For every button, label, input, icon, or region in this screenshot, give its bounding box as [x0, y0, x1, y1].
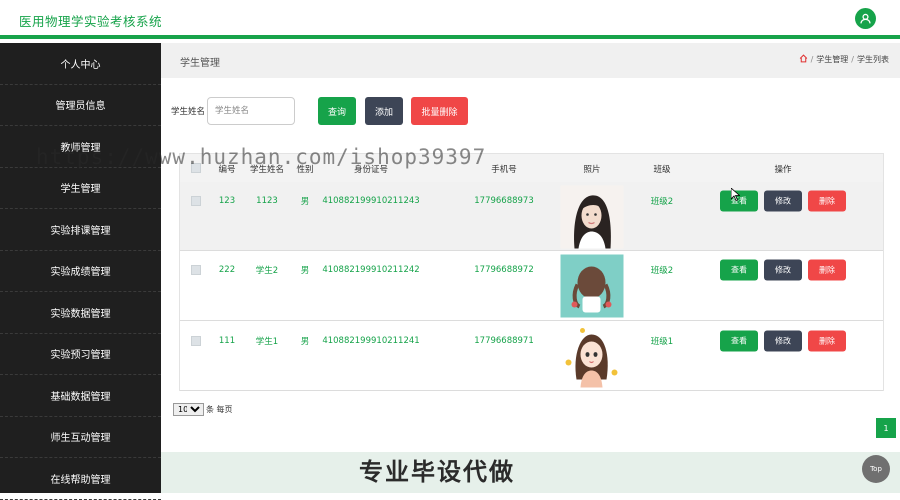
sidebar-item-label: 师生互动管理: [50, 433, 111, 445]
cell-id: 123: [218, 196, 236, 206]
mouse-cursor-icon: [730, 186, 741, 205]
row-checkbox[interactable]: [191, 265, 201, 275]
back-to-top-button[interactable]: Top: [862, 455, 890, 483]
footer-band: [161, 452, 900, 493]
cell-gender: 男: [300, 266, 310, 276]
sidebar-item-preview[interactable]: 实验预习管理: [0, 334, 161, 375]
edit-button[interactable]: 修改: [764, 259, 802, 281]
breadcrumb-student-list: 学生列表: [857, 55, 889, 64]
sidebar: 个人中心 管理员信息 教师管理 学生管理 实验排课管理 实验成绩管理 实验数据管…: [0, 43, 161, 500]
cell-name: 学生1: [255, 337, 279, 347]
cell-id: 111: [218, 336, 236, 346]
delete-button[interactable]: 删除: [808, 190, 846, 212]
home-icon[interactable]: [799, 54, 808, 65]
sidebar-item-help[interactable]: 在线帮助管理: [0, 458, 161, 500]
cell-name: 学生2: [255, 266, 279, 276]
table-row: 111 学生1 男 410882199910211241 17796688971…: [180, 321, 883, 391]
table-row: 222 学生2 男 410882199910211242 17796688972…: [180, 251, 883, 321]
cell-id: 222: [218, 265, 236, 275]
cell-class: 班级2: [650, 266, 674, 276]
search-bar: 学生姓名: [171, 97, 296, 125]
cell-phone: 17796688973: [474, 196, 534, 206]
top-header: 医用物理学实验考核系统: [0, 0, 900, 39]
cell-name: 1123: [256, 196, 278, 206]
breadcrumb: / 学生管理 / 学生列表: [799, 54, 889, 65]
delete-button[interactable]: 删除: [808, 330, 846, 352]
sidebar-item-label: 在线帮助管理: [50, 474, 111, 486]
sidebar-item-profile[interactable]: 个人中心: [0, 43, 161, 85]
edit-button[interactable]: 修改: [764, 330, 802, 352]
cell-id-card: 410882199910211241: [322, 336, 420, 346]
student-table: 编号 学生姓名 性别 身份证号 手机号 照片 班级 操作 123 1123 男 …: [179, 153, 884, 391]
search-label: 学生姓名: [171, 107, 206, 117]
sidebar-item-grades[interactable]: 实验成绩管理: [0, 251, 161, 292]
page-size-select[interactable]: 10: [173, 403, 204, 416]
breadcrumb-separator: /: [851, 55, 854, 64]
app-title: 医用物理学实验考核系统: [19, 14, 163, 29]
student-name-input[interactable]: [207, 97, 296, 125]
user-icon[interactable]: [855, 8, 876, 29]
main-content: 学生管理 / 学生管理 / 学生列表 学生姓名 查询 添加 批量删除 编号 学生…: [161, 43, 900, 493]
promo-banner: 专业毕设代做: [359, 458, 515, 486]
student-photo: [560, 185, 624, 249]
sidebar-item-label: 实验排课管理: [50, 225, 111, 237]
table-row: 123 1123 男 410882199910211243 1779668897…: [180, 182, 883, 251]
cell-phone: 17796688971: [474, 336, 534, 346]
column-header: 手机号: [491, 165, 517, 175]
row-checkbox[interactable]: [191, 196, 201, 206]
page-title: 学生管理: [180, 58, 220, 69]
column-header: 操作: [774, 165, 792, 175]
sidebar-item-label: 实验数据管理: [50, 308, 111, 320]
sidebar-item-scheduling[interactable]: 实验排课管理: [0, 209, 161, 251]
cell-phone: 17796688972: [474, 265, 534, 275]
batch-delete-button[interactable]: 批量删除: [411, 97, 468, 125]
page-header: 学生管理 / 学生管理 / 学生列表: [161, 43, 900, 78]
breadcrumb-student-management[interactable]: 学生管理: [816, 54, 848, 65]
sidebar-item-label: 基础数据管理: [50, 391, 111, 403]
sidebar-item-data[interactable]: 实验数据管理: [0, 292, 161, 334]
cell-gender: 男: [300, 337, 310, 347]
sidebar-item-label: 个人中心: [60, 59, 101, 71]
query-button[interactable]: 查询: [318, 97, 356, 125]
column-header: 照片: [583, 165, 601, 175]
delete-button[interactable]: 删除: [808, 259, 846, 281]
watermark-text: https://www.huzhan.com/ishop39397: [36, 145, 487, 169]
column-header: 班级: [653, 165, 671, 175]
sidebar-item-interaction[interactable]: 师生互动管理: [0, 417, 161, 458]
page-number-button[interactable]: 1: [876, 418, 896, 438]
sidebar-item-basic-data[interactable]: 基础数据管理: [0, 375, 161, 417]
cell-gender: 男: [300, 197, 310, 207]
view-button[interactable]: 查看: [720, 330, 758, 352]
edit-button[interactable]: 修改: [764, 190, 802, 212]
sidebar-item-admins[interactable]: 管理员信息: [0, 85, 161, 126]
view-button[interactable]: 查看: [720, 259, 758, 281]
page-size-control: 10 条 每页: [173, 403, 233, 416]
cell-class: 班级2: [650, 197, 674, 207]
sidebar-item-label: 管理员信息: [55, 101, 106, 113]
breadcrumb-separator: /: [810, 55, 814, 64]
sidebar-item-students[interactable]: 学生管理: [0, 168, 161, 209]
cell-class: 班级1: [650, 337, 674, 347]
sidebar-item-label: 实验成绩管理: [50, 267, 111, 279]
add-button[interactable]: 添加: [365, 97, 403, 125]
row-checkbox[interactable]: [191, 336, 201, 346]
sidebar-item-label: 学生管理: [60, 184, 101, 196]
cell-id-card: 410882199910211243: [322, 196, 420, 206]
page-size-suffix: 条 每页: [206, 405, 233, 414]
sidebar-item-label: 实验预习管理: [50, 350, 111, 362]
cell-id-card: 410882199910211242: [322, 265, 420, 275]
student-photo: [560, 324, 624, 388]
student-photo: [560, 254, 624, 318]
